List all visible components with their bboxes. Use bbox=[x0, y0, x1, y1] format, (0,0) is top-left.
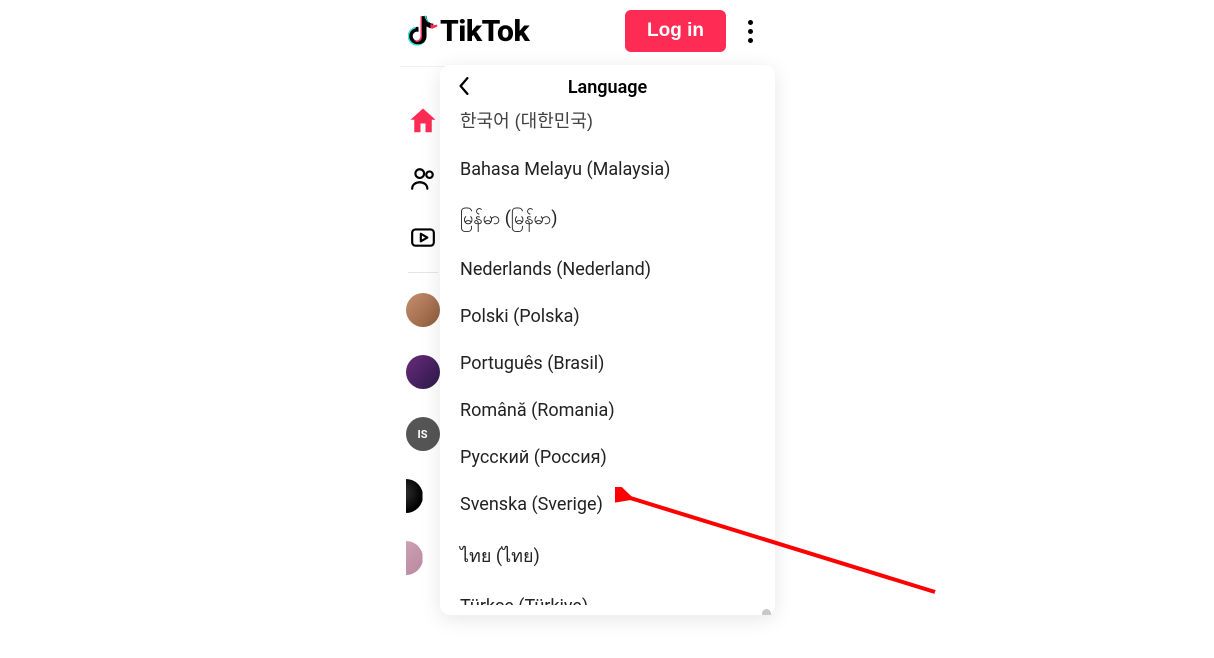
language-option-thai[interactable]: ไทย (ไทย) bbox=[440, 528, 775, 583]
language-option-burmese[interactable]: မြန်မာ (မြန်မာ) bbox=[440, 193, 775, 246]
suggested-account-4[interactable] bbox=[406, 479, 440, 513]
back-button[interactable] bbox=[454, 72, 474, 104]
left-sidebar: IS bbox=[400, 70, 445, 575]
avatar bbox=[406, 479, 423, 513]
login-button[interactable]: Log in bbox=[625, 10, 726, 52]
language-option-korean[interactable]: 한국어 (대한민국) bbox=[440, 112, 775, 146]
language-option-swedish[interactable]: Svenska (Sverige) bbox=[440, 481, 775, 528]
avatar: IS bbox=[406, 417, 440, 451]
dropdown-header: Language bbox=[440, 65, 775, 112]
language-dropdown: Language 한국어 (대한민국) Bahasa Melayu (Malay… bbox=[440, 65, 775, 615]
tiktok-logo[interactable]: TikTok bbox=[408, 14, 613, 49]
sidebar-following[interactable] bbox=[408, 164, 438, 194]
suggested-account-2[interactable] bbox=[406, 355, 440, 389]
more-options-button[interactable] bbox=[738, 13, 762, 49]
avatar bbox=[406, 541, 423, 575]
app-header: TikTok Log in bbox=[400, 0, 770, 67]
language-option-romanian[interactable]: Română (Romania) bbox=[440, 387, 775, 434]
live-icon bbox=[410, 224, 436, 250]
language-option-portuguese[interactable]: Português (Brasil) bbox=[440, 340, 775, 387]
avatar bbox=[406, 293, 440, 327]
home-icon bbox=[408, 106, 438, 136]
sidebar-divider bbox=[408, 272, 438, 273]
chevron-left-icon bbox=[458, 77, 470, 95]
tiktok-wordmark: TikTok bbox=[440, 14, 529, 49]
avatar bbox=[406, 355, 440, 389]
language-option-turkish[interactable]: Türkçe (Türkiye) bbox=[440, 583, 775, 605]
sidebar-home[interactable] bbox=[408, 106, 438, 136]
suggested-account-1[interactable] bbox=[406, 293, 440, 327]
language-option-malay[interactable]: Bahasa Melayu (Malaysia) bbox=[440, 146, 775, 193]
language-option-polish[interactable]: Polski (Polska) bbox=[440, 293, 775, 340]
people-icon bbox=[410, 166, 436, 192]
suggested-account-3[interactable]: IS bbox=[406, 417, 440, 451]
vertical-dots-icon bbox=[748, 20, 753, 43]
language-option-russian[interactable]: Русский (Россия) bbox=[440, 434, 775, 481]
dropdown-title: Language bbox=[458, 77, 757, 98]
sidebar-live[interactable] bbox=[408, 222, 438, 252]
scrollbar-thumb[interactable] bbox=[762, 609, 771, 615]
tiktok-note-icon bbox=[408, 14, 438, 48]
suggested-account-5[interactable] bbox=[406, 541, 440, 575]
language-option-dutch[interactable]: Nederlands (Nederland) bbox=[440, 246, 775, 293]
language-list[interactable]: 한국어 (대한민국) Bahasa Melayu (Malaysia) မြန်… bbox=[440, 112, 775, 615]
